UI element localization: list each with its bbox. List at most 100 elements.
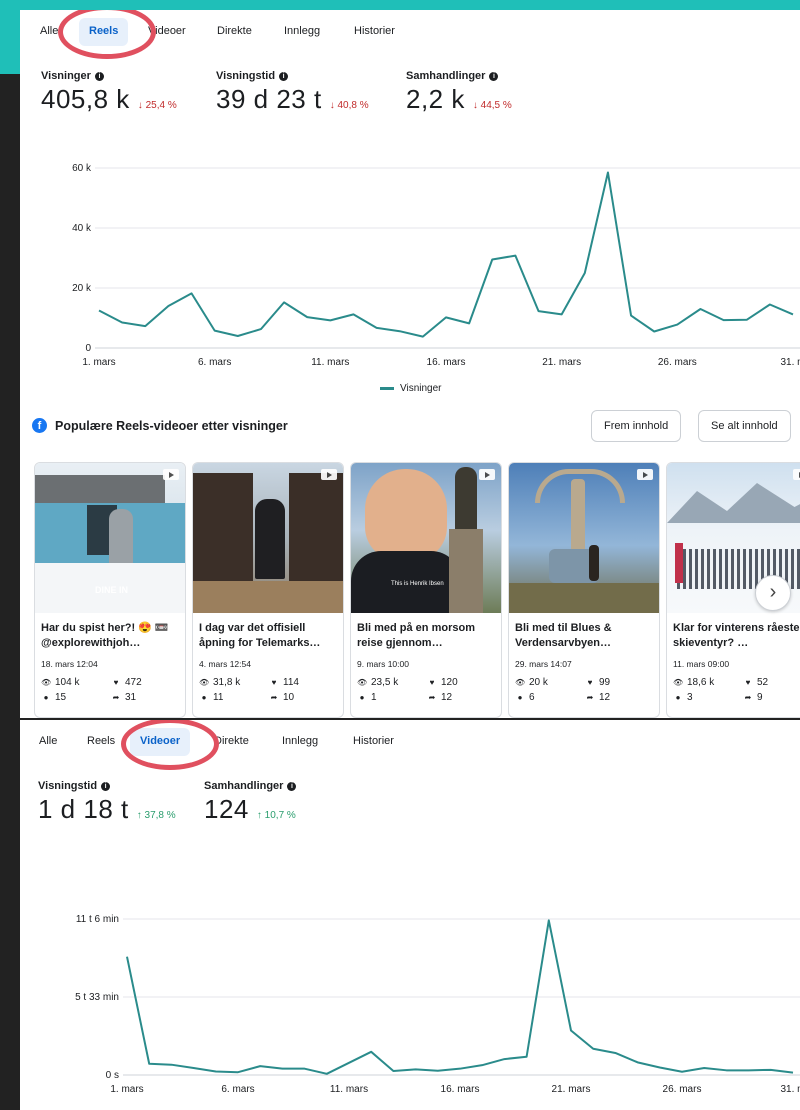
data-point[interactable]: [139, 320, 151, 332]
reel-card[interactable]: DINE IN Har du spist her?! 😍 📼 @explorew…: [34, 462, 186, 718]
data-point[interactable]: [718, 314, 730, 326]
data-point[interactable]: [116, 317, 128, 329]
see-all-content-button[interactable]: Se alt innhold: [698, 410, 791, 442]
data-point[interactable]: [476, 1059, 488, 1071]
carousel-next-button[interactable]: ›: [755, 575, 791, 611]
tab-videoer[interactable]: Videoer: [138, 18, 196, 46]
data-point[interactable]: [371, 322, 383, 334]
data-point[interactable]: [301, 311, 313, 323]
data-point[interactable]: [556, 308, 568, 320]
info-icon[interactable]: i: [101, 781, 111, 791]
promote-content-button[interactable]: Frem innhold: [591, 410, 682, 442]
tab-innlegg[interactable]: Innlegg: [272, 728, 328, 756]
data-point[interactable]: [162, 300, 174, 312]
x-tick-label: 1. mars: [110, 1084, 143, 1095]
data-point[interactable]: [347, 308, 359, 320]
data-point[interactable]: [365, 1046, 377, 1058]
data-point[interactable]: [188, 1062, 200, 1074]
info-icon[interactable]: i: [489, 71, 499, 81]
data-point[interactable]: [654, 1062, 666, 1074]
data-point[interactable]: [533, 305, 545, 317]
sculpture-branches-shape: [535, 469, 625, 503]
reel-card[interactable]: I dag var det offisiell åpning for Telem…: [192, 462, 344, 718]
data-point[interactable]: [632, 1056, 644, 1068]
likes-count: 114: [283, 677, 299, 688]
facebook-icon: f: [32, 418, 47, 433]
data-point[interactable]: [694, 303, 706, 315]
reel-card[interactable]: Bli med til Blues & Verdensarvbyen… 29. …: [508, 462, 660, 718]
tab-direkte[interactable]: Direkte: [204, 728, 259, 756]
data-point[interactable]: [432, 1065, 444, 1077]
data-point[interactable]: [299, 1063, 311, 1075]
tab-alle[interactable]: Alle: [30, 18, 68, 46]
data-point[interactable]: [387, 1065, 399, 1077]
comments-count: 15: [55, 692, 67, 703]
data-point[interactable]: [210, 1065, 222, 1077]
data-point[interactable]: [625, 310, 637, 322]
data-point[interactable]: [498, 1053, 510, 1065]
tab-reels[interactable]: Reels: [77, 728, 125, 756]
data-point[interactable]: [587, 1043, 599, 1055]
data-point[interactable]: [463, 317, 475, 329]
info-icon[interactable]: i: [94, 71, 104, 81]
data-point[interactable]: [394, 325, 406, 337]
data-point[interactable]: [579, 267, 591, 279]
data-point[interactable]: [743, 1064, 755, 1076]
data-point[interactable]: [440, 311, 452, 323]
info-icon[interactable]: i: [287, 781, 297, 791]
reel-title: Bli med til Blues & Verdensarvbyen…: [515, 622, 612, 649]
data-point[interactable]: [565, 1024, 577, 1036]
reel-card[interactable]: This is Henrik Ibsen Bli med på en morso…: [350, 462, 502, 718]
data-point[interactable]: [787, 308, 799, 320]
top-accent-bar: [0, 0, 800, 10]
x-tick-label: 11. mars: [311, 357, 349, 368]
data-point[interactable]: [255, 323, 267, 335]
data-point[interactable]: [254, 1060, 266, 1072]
reel-stats: 👁 104 k ♥ 472 ● 15 ➦ 31: [35, 669, 185, 703]
tab-historier[interactable]: Historier: [344, 18, 405, 46]
data-point[interactable]: [93, 305, 105, 317]
data-point[interactable]: [720, 1064, 732, 1076]
tab-reels[interactable]: Reels: [79, 18, 129, 46]
data-point[interactable]: [209, 325, 221, 337]
reel-icon: [637, 469, 653, 480]
y-tick-label: 5 t 33 min: [75, 992, 119, 1003]
data-point[interactable]: [486, 254, 498, 266]
tab-direkte[interactable]: Direkte: [207, 18, 262, 46]
data-point[interactable]: [417, 331, 429, 343]
tab-alle[interactable]: Alle: [29, 728, 67, 756]
data-point[interactable]: [343, 1057, 355, 1069]
tab-historier[interactable]: Historier: [343, 728, 404, 756]
data-point[interactable]: [186, 287, 198, 299]
data-point[interactable]: [671, 319, 683, 331]
data-point[interactable]: [648, 326, 660, 338]
data-point[interactable]: [787, 1067, 799, 1079]
data-point[interactable]: [543, 914, 555, 926]
data-point[interactable]: [764, 299, 776, 311]
data-point[interactable]: [165, 1059, 177, 1071]
data-point[interactable]: [765, 1064, 777, 1076]
data-point[interactable]: [676, 1066, 688, 1078]
data-point[interactable]: [602, 167, 614, 179]
side-accent-bar: [0, 10, 20, 74]
tab-videoer[interactable]: Videoer: [130, 728, 191, 756]
tab-innlegg[interactable]: Innlegg: [274, 18, 330, 46]
data-point[interactable]: [698, 1062, 710, 1074]
data-point[interactable]: [276, 1063, 288, 1075]
data-point[interactable]: [324, 314, 336, 326]
info-icon[interactable]: i: [279, 71, 289, 81]
data-point[interactable]: [278, 296, 290, 308]
data-point[interactable]: [454, 1063, 466, 1075]
data-point[interactable]: [521, 1051, 533, 1063]
data-point[interactable]: [232, 1066, 244, 1078]
data-point[interactable]: [321, 1068, 333, 1080]
data-point[interactable]: [232, 330, 244, 342]
section-title: Populære Reels-videoer etter visninger: [55, 418, 288, 433]
data-point[interactable]: [410, 1063, 422, 1075]
data-point[interactable]: [509, 250, 521, 262]
data-point[interactable]: [143, 1058, 155, 1070]
data-point[interactable]: [121, 951, 133, 963]
x-tick-label: 26. mars: [658, 357, 697, 368]
data-point[interactable]: [609, 1047, 621, 1059]
data-point[interactable]: [741, 314, 753, 326]
